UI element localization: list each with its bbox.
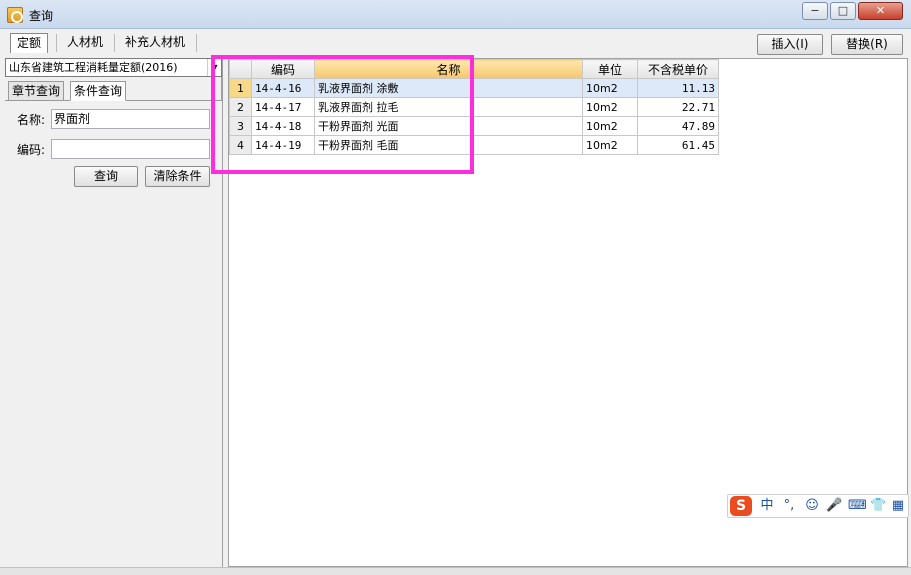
tab-materials[interactable]: 人材机 <box>61 33 109 53</box>
row-number: 3 <box>229 116 252 136</box>
clear-conditions-button[interactable]: 清除条件 <box>145 166 210 187</box>
cell-price: 22.71 <box>637 97 719 117</box>
tab-divider <box>114 34 115 52</box>
results-panel: 编码 名称 单位 不含税单价 1 14-4-16 乳液界面剂 涂敷 10m2 1… <box>228 58 908 567</box>
cell-price: 47.89 <box>637 116 719 136</box>
column-header-code[interactable]: 编码 <box>251 59 315 79</box>
name-label: 名称: <box>17 113 46 127</box>
window-title: 查询 <box>29 9 54 23</box>
title-bar: 查询 − □ ✕ <box>0 0 911 29</box>
bottom-edge <box>0 567 911 575</box>
table-row[interactable]: 4 14-4-19 干粉界面剂 毛面 10m2 61.45 <box>229 135 719 155</box>
cell-code: 14-4-18 <box>251 116 315 136</box>
row-number-header <box>229 59 252 79</box>
table-row[interactable]: 3 14-4-18 干粉界面剂 光面 10m2 47.89 <box>229 116 719 136</box>
cell-price: 11.13 <box>637 78 719 98</box>
cell-unit: 10m2 <box>582 97 638 117</box>
name-field[interactable]: 界面剂 <box>51 109 210 129</box>
column-header-unit[interactable]: 单位 <box>582 59 638 79</box>
cell-name: 乳液界面剂 拉毛 <box>314 97 583 117</box>
cell-name: 干粉界面剂 毛面 <box>314 135 583 155</box>
cell-name: 干粉界面剂 光面 <box>314 116 583 136</box>
row-number: 2 <box>229 97 252 117</box>
toolbox-icon[interactable]: ▦ <box>890 495 906 517</box>
results-table: 编码 名称 单位 不含税单价 1 14-4-16 乳液界面剂 涂敷 10m2 1… <box>229 59 719 155</box>
query-button[interactable]: 查询 <box>74 166 138 187</box>
cell-code: 14-4-17 <box>251 97 315 117</box>
keyboard-icon[interactable]: ⌨ <box>848 495 867 517</box>
chevron-down-icon[interactable]: ▼ <box>207 59 221 76</box>
condition-query-body: 名称: 界面剂 编码: 查询 清除条件 <box>5 100 222 567</box>
table-row[interactable]: 1 14-4-16 乳液界面剂 涂敷 10m2 11.13 <box>229 78 719 98</box>
library-select-value: 山东省建筑工程消耗量定额(2016) <box>9 61 178 74</box>
replace-button[interactable]: 替换(R) <box>831 34 903 55</box>
cell-code: 14-4-19 <box>251 135 315 155</box>
cell-unit: 10m2 <box>582 135 638 155</box>
maximize-button[interactable]: □ <box>830 2 856 20</box>
close-button[interactable]: ✕ <box>858 2 903 20</box>
app-icon <box>7 7 23 23</box>
chinese-mode-icon[interactable]: 中 <box>759 495 775 517</box>
tab-chapter-query[interactable]: 章节查询 <box>8 81 65 101</box>
cell-code: 14-4-16 <box>251 78 315 98</box>
insert-button[interactable]: 插入(I) <box>757 34 823 55</box>
query-panel: 山东省建筑工程消耗量定额(2016) ▼ 章节查询 条件查询 名称: 界面剂 编… <box>5 58 222 567</box>
cell-unit: 10m2 <box>582 116 638 136</box>
microphone-icon[interactable]: 🎤 <box>826 495 842 517</box>
table-row[interactable]: 2 14-4-17 乳液界面剂 拉毛 10m2 22.71 <box>229 97 719 117</box>
row-number: 1 <box>229 78 252 98</box>
emoji-icon[interactable]: ☺ <box>804 495 820 517</box>
sogou-logo-icon[interactable]: S <box>730 496 752 516</box>
code-label: 编码: <box>17 143 46 157</box>
tab-divider <box>56 34 57 52</box>
row-number: 4 <box>229 135 252 155</box>
tab-supplement-materials[interactable]: 补充人材机 <box>119 33 191 53</box>
ime-toolbar[interactable]: S 中 °, ☺ 🎤 ⌨ 👕 ▦ <box>727 494 909 518</box>
tab-condition-query[interactable]: 条件查询 <box>70 81 127 101</box>
skin-icon[interactable]: 👕 <box>870 495 886 517</box>
column-header-price[interactable]: 不含税单价 <box>637 59 719 79</box>
library-select[interactable]: 山东省建筑工程消耗量定额(2016) ▼ <box>5 58 222 77</box>
table-header-row: 编码 名称 单位 不含税单价 <box>229 59 719 79</box>
punctuation-icon[interactable]: °, <box>781 495 797 517</box>
cell-price: 61.45 <box>637 135 719 155</box>
cell-name: 乳液界面剂 涂敷 <box>314 78 583 98</box>
code-field[interactable] <box>51 139 210 159</box>
tab-quota[interactable]: 定额 <box>10 33 49 53</box>
cell-unit: 10m2 <box>582 78 638 98</box>
tab-divider <box>196 34 197 52</box>
top-tabstrip: 定额 人材机 补充人材机 插入(I) 替换(R) <box>0 30 911 58</box>
column-header-name[interactable]: 名称 <box>314 59 583 79</box>
minimize-button[interactable]: − <box>802 2 828 20</box>
